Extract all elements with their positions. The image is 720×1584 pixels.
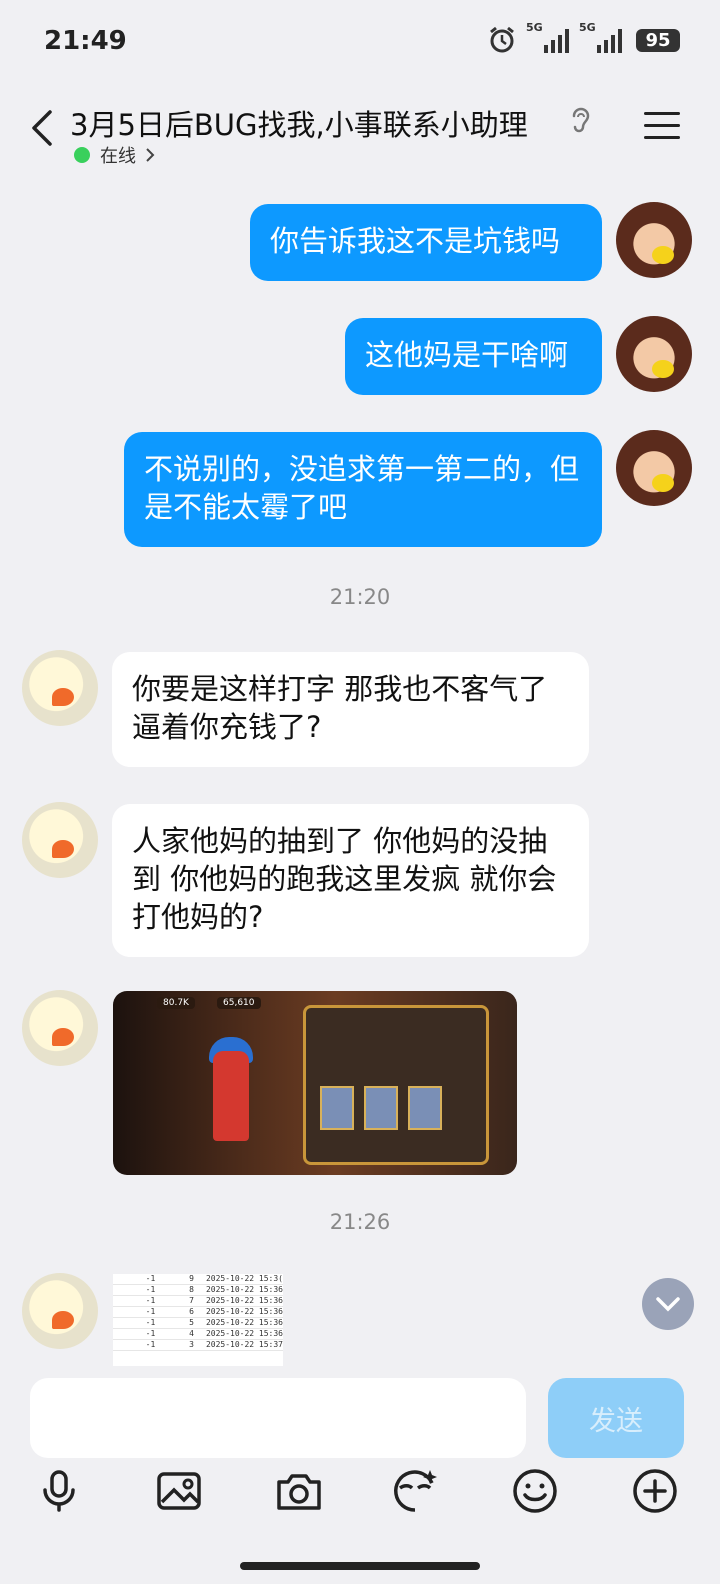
table-image-message[interactable]: -1 9 2025-10-22 15:3( -1 8 2025-10-22 15:36 … — [113, 1274, 283, 1366]
time-divider: 21:20 — [329, 585, 391, 609]
my-avatar[interactable] — [616, 430, 692, 506]
image-icon[interactable] — [154, 1466, 204, 1516]
chevron-down-icon — [656, 1297, 680, 1312]
image-message[interactable]: 80.7K 65,610 — [113, 991, 517, 1175]
coin-count: 80.7K — [157, 997, 195, 1009]
ear-icon[interactable] — [568, 106, 592, 136]
table-row: -1 7 2025-10-22 15:36 — [113, 1296, 283, 1307]
scroll-to-bottom-button[interactable] — [642, 1278, 694, 1330]
gem-count: 65,610 — [217, 997, 261, 1009]
online-dot — [74, 147, 90, 163]
table-row: -1 8 2025-10-22 15:36 — [113, 1285, 283, 1296]
card-thumb — [320, 1086, 354, 1130]
online-status[interactable]: 在线 — [74, 142, 156, 168]
contact-avatar[interactable] — [22, 650, 98, 726]
sticker-face-icon[interactable] — [390, 1466, 440, 1516]
message-bubble[interactable]: 不说别的，没追求第一第二的，但是不能太霉了吧 — [124, 432, 602, 547]
table-row: -1 4 2025-10-22 15:36 — [113, 1329, 283, 1340]
message-bubble[interactable]: 你告诉我这不是坑钱吗 — [250, 204, 602, 281]
emoji-icon[interactable] — [510, 1466, 560, 1516]
table-row: -1 3 2025-10-22 15:37 — [113, 1340, 283, 1351]
status-icons: 5G 5G 95 — [488, 21, 680, 54]
chevron-right-icon — [146, 148, 155, 162]
character-figure — [213, 1051, 249, 1141]
message-bubble[interactable]: 人家他妈的抽到了 你他妈的没抽到 你他妈的跑我这里发疯 就你会打他妈的? — [112, 804, 589, 957]
menu-icon[interactable] — [644, 112, 680, 142]
plus-circle-icon[interactable] — [630, 1466, 680, 1516]
time-divider: 21:26 — [329, 1210, 391, 1234]
signal-icon: 5G — [526, 21, 569, 53]
table-row: -1 5 2025-10-22 15:36 — [113, 1318, 283, 1329]
chat-header: 3月5日后BUG找我,小事联系小助理 在线 — [0, 84, 720, 180]
contact-avatar[interactable] — [22, 802, 98, 878]
my-avatar[interactable] — [616, 316, 692, 392]
signal-icon: 5G — [579, 21, 622, 53]
card-thumb — [408, 1086, 442, 1130]
table-row: -1 6 2025-10-22 15:36 — [113, 1307, 283, 1318]
alarm-icon — [490, 26, 514, 53]
contact-avatar[interactable] — [22, 990, 98, 1066]
status-bar: 21:49 5G 5G 95 — [0, 0, 720, 84]
contact-avatar[interactable] — [22, 1273, 98, 1349]
chat-title[interactable]: 3月5日后BUG找我,小事联系小助理 — [70, 102, 528, 144]
chat-messages[interactable]: 你告诉我这不是坑钱吗 这他妈是干啥啊 不说别的，没追求第一第二的，但是不能太霉了… — [0, 180, 720, 1366]
status-time: 21:49 — [44, 26, 127, 56]
my-avatar[interactable] — [616, 202, 692, 278]
card-thumb — [364, 1086, 398, 1130]
online-label: 在线 — [100, 146, 136, 167]
input-area: 发送 — [0, 1366, 720, 1584]
battery-indicator: 95 — [636, 28, 680, 52]
game-info-panel — [303, 1005, 489, 1165]
message-bubble[interactable]: 这他妈是干啥啊 — [345, 318, 602, 395]
camera-icon[interactable] — [274, 1466, 324, 1516]
home-indicator[interactable] — [240, 1562, 480, 1570]
chevron-left-icon[interactable] — [28, 108, 56, 148]
send-button[interactable]: 发送 — [548, 1378, 684, 1458]
message-input[interactable] — [30, 1378, 526, 1458]
input-toolbar — [0, 1466, 720, 1526]
signal-label: 5G — [526, 21, 543, 34]
signal-label: 5G — [579, 21, 596, 34]
table-row: -1 9 2025-10-22 15:3( — [113, 1274, 283, 1285]
microphone-icon[interactable] — [34, 1466, 84, 1516]
message-bubble[interactable]: 你要是这样打字 那我也不客气了 逼着你充钱了? — [112, 652, 589, 767]
